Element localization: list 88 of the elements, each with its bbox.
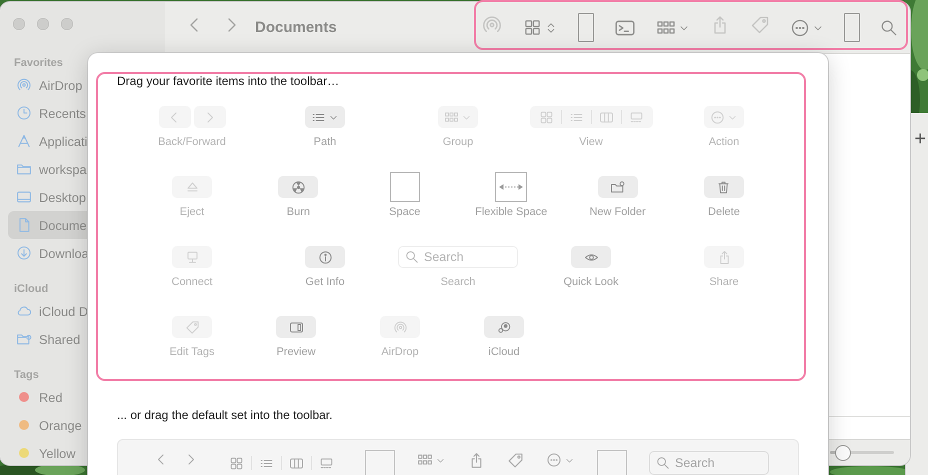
eject-button[interactable]	[172, 176, 212, 198]
radiation-button[interactable]	[278, 176, 318, 198]
eject-icon	[184, 180, 200, 194]
download-icon	[16, 245, 32, 261]
apps-icon	[16, 133, 32, 149]
item-label: Delete	[708, 205, 740, 219]
folder-plus-button[interactable]	[598, 176, 638, 198]
item-label: Burn	[286, 205, 310, 219]
airdrop-icon	[392, 320, 408, 334]
item-label: Path	[314, 135, 336, 149]
person-circle-icon	[496, 320, 512, 334]
close-button[interactable]	[13, 18, 25, 30]
flexible-space-placeholder[interactable]	[495, 172, 528, 202]
trash-icon	[716, 180, 732, 194]
item-label: Connect	[172, 275, 212, 289]
grid-icon	[444, 110, 459, 124]
eye-button[interactable]	[571, 246, 611, 268]
item-label: Eject	[180, 205, 204, 219]
desktop-icon	[16, 189, 32, 205]
airdrop-button[interactable]	[380, 316, 420, 338]
folder-plus-icon	[610, 180, 626, 194]
ellipsis-circle-icon	[790, 18, 810, 38]
space-placeholder[interactable]	[390, 172, 420, 202]
gallery-icon	[319, 456, 334, 470]
forward-button[interactable]	[194, 106, 226, 128]
back-button[interactable]	[158, 106, 190, 128]
tag-icon	[184, 320, 200, 334]
zoom-button[interactable]	[61, 18, 73, 30]
space-placeholder[interactable]	[365, 450, 395, 475]
action-button[interactable]	[704, 106, 744, 128]
info-icon	[318, 250, 332, 264]
tag-icon	[750, 15, 770, 35]
item-label: AirDrop	[381, 345, 419, 359]
double-arrow-icon	[499, 184, 524, 190]
sidebar-panel-button[interactable]	[276, 316, 316, 338]
instruction-text: Drag your favorite items into the toolbar…	[117, 73, 340, 89]
item-label: Search	[440, 275, 476, 289]
item-label: View	[579, 135, 603, 149]
group-button[interactable]	[438, 106, 478, 128]
sidebar-heading: iCloud	[13, 282, 50, 297]
clock-icon	[16, 105, 32, 121]
trash-button[interactable]	[704, 176, 744, 198]
window-title: Documents	[255, 19, 337, 36]
tag-button[interactable]	[172, 316, 212, 338]
item-label: Preview	[276, 345, 316, 359]
grid-icon	[229, 456, 244, 470]
grid-icon	[538, 110, 554, 124]
item-label: Action	[708, 135, 740, 149]
radiation-icon	[290, 180, 306, 194]
view-switcher[interactable]	[530, 106, 652, 128]
ellipsis-circle-icon	[546, 452, 562, 468]
gallery-icon	[628, 110, 644, 124]
item-label: New Folder	[589, 205, 646, 219]
search-icon	[656, 456, 670, 470]
tag-icon	[507, 452, 524, 469]
sidebar-panel-icon	[288, 320, 304, 334]
share-button[interactable]	[704, 246, 744, 268]
instruction-text: ... or drag the default set into the toolbar.	[117, 407, 334, 423]
item-label: Get Info	[305, 275, 345, 289]
space-placeholder[interactable]	[597, 450, 627, 475]
item-label: Back/Forward	[158, 135, 226, 149]
sidebar-heading: Favorites	[13, 56, 64, 71]
item-label: Group	[442, 135, 474, 149]
monitor-button[interactable]	[172, 246, 212, 268]
info-button[interactable]	[305, 246, 345, 268]
path-button[interactable]	[305, 106, 345, 128]
item-label: Quick Look	[563, 275, 619, 289]
monitor-icon	[184, 250, 200, 264]
person-circle-button[interactable]	[484, 316, 524, 338]
item-label: Share	[709, 275, 739, 289]
grid-icon	[523, 18, 542, 37]
item-label: iCloud	[488, 345, 520, 359]
search-field[interactable]: Search	[649, 451, 769, 475]
search-icon	[880, 18, 898, 36]
default-toolbar-set[interactable]: Search	[117, 439, 799, 475]
item-label: Edit Tags	[169, 345, 215, 359]
columns-icon	[598, 110, 614, 124]
airdrop-icon	[16, 77, 32, 93]
sidebar-heading: Tags	[13, 368, 40, 383]
search-icon	[405, 250, 419, 264]
item-label: Flexible Space	[475, 205, 548, 219]
space-placeholder[interactable]	[844, 13, 860, 42]
columns-icon	[289, 456, 304, 470]
minimize-button[interactable]	[37, 18, 49, 30]
item-label: Space	[389, 205, 420, 219]
ellipsis-circle-icon	[710, 110, 725, 124]
slider-thumb[interactable]	[834, 444, 851, 460]
space-placeholder[interactable]	[578, 13, 594, 42]
